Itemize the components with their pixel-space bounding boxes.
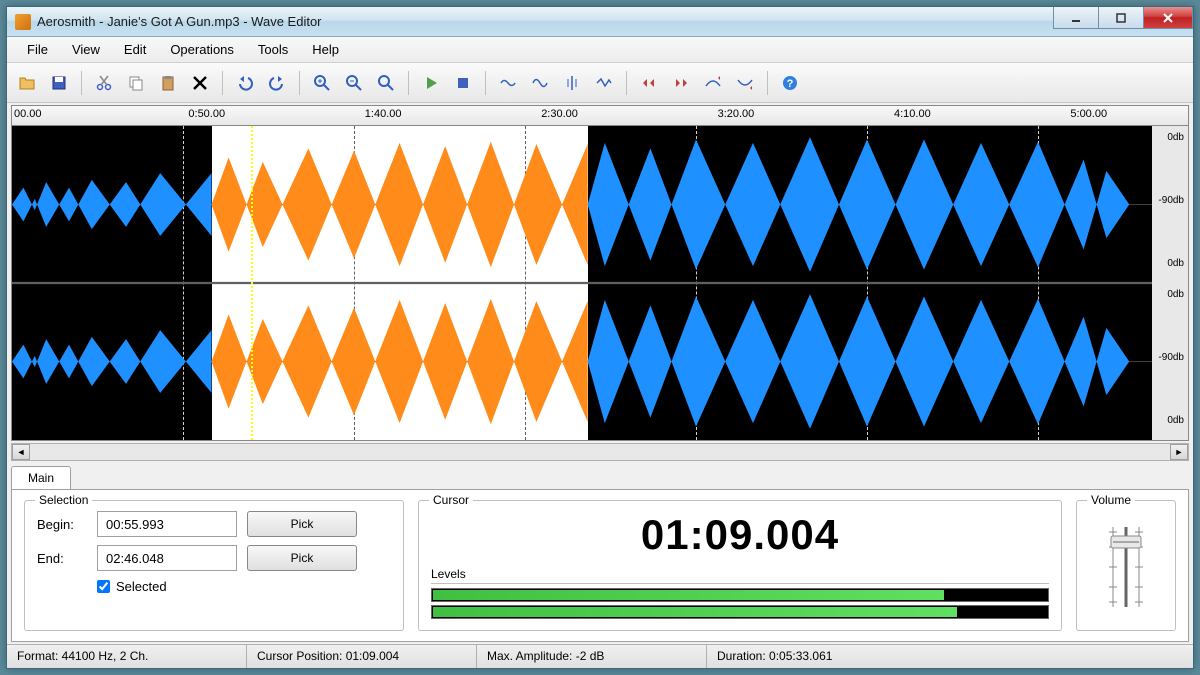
play-button[interactable] [417,69,445,97]
help-button[interactable]: ? [776,69,804,97]
cursor-time-display: 01:09.004 [431,511,1049,559]
menu-help[interactable]: Help [300,38,351,61]
undo-button[interactable] [231,69,259,97]
waveform-display[interactable] [12,126,1152,440]
copy-button[interactable] [122,69,150,97]
effect-5-button[interactable] [635,69,663,97]
selected-checkbox[interactable] [97,580,110,593]
maximize-button[interactable] [1098,7,1144,29]
begin-label: Begin: [37,517,87,532]
toolbar-separator [299,71,300,95]
effect-1-button[interactable] [494,69,522,97]
menu-view[interactable]: View [60,38,112,61]
playback-cursor[interactable] [251,126,253,440]
db-scale: 0db -90db 0db 0db -90db 0db [1152,126,1188,440]
menu-operations[interactable]: Operations [158,38,246,61]
selected-label: Selected [116,579,167,594]
menu-file[interactable]: File [15,38,60,61]
time-tick: 00.00 [14,108,42,120]
app-icon [15,14,31,30]
minimize-button[interactable] [1053,7,1099,29]
stop-button[interactable] [449,69,477,97]
begin-input[interactable] [97,511,237,537]
toolbar-separator [767,71,768,95]
open-button[interactable] [13,69,41,97]
cursor-group: Cursor 01:09.004 Levels [418,500,1062,631]
statusbar: Format: 44100 Hz, 2 Ch. Cursor Position:… [7,644,1193,668]
effect-3-button[interactable] [558,69,586,97]
level-meter-right [431,605,1049,619]
status-amplitude: Max. Amplitude: -2 dB [477,645,707,668]
effect-2-button[interactable] [526,69,554,97]
status-format: Format: 44100 Hz, 2 Ch. [7,645,247,668]
window-controls [1054,7,1193,36]
effect-6-button[interactable] [667,69,695,97]
toolbar-separator [408,71,409,95]
menubar: File View Edit Operations Tools Help [7,37,1193,63]
pick-end-button[interactable]: Pick [247,545,357,571]
svg-text:?: ? [787,78,794,90]
toolbar-separator [626,71,627,95]
redo-button[interactable] [263,69,291,97]
titlebar[interactable]: Aerosmith - Janie's Got A Gun.mp3 - Wave… [7,7,1193,37]
volume-legend: Volume [1087,493,1135,507]
end-label: End: [37,551,87,566]
zoom-in-button[interactable] [308,69,336,97]
waveform-editor[interactable]: 00.00 0:50.00 1:40.00 2:30.00 3:20.00 4:… [11,105,1189,441]
time-tick: 3:20.00 [718,108,755,120]
time-tick: 1:40.00 [365,108,402,120]
effect-4-button[interactable] [590,69,618,97]
save-button[interactable] [45,69,73,97]
waveform-svg [12,126,1152,440]
status-cursor: Cursor Position: 01:09.004 [247,645,477,668]
volume-slider[interactable] [1089,511,1163,622]
level-meter-left [431,588,1049,602]
horizontal-scrollbar[interactable]: ◄ ► [11,443,1189,461]
levels-label: Levels [431,567,1049,584]
close-button[interactable] [1143,7,1193,29]
pick-begin-button[interactable]: Pick [247,511,357,537]
effect-8-button[interactable] [731,69,759,97]
effect-7-button[interactable] [699,69,727,97]
toolbar-separator [485,71,486,95]
time-tick: 2:30.00 [541,108,578,120]
scroll-left-button[interactable]: ◄ [12,444,30,460]
time-tick: 4:10.00 [894,108,931,120]
selection-group: Selection Begin: Pick End: Pick Selected [24,500,404,631]
toolbar-separator [222,71,223,95]
zoom-fit-button[interactable] [372,69,400,97]
cut-button[interactable] [90,69,118,97]
end-input[interactable] [97,545,237,571]
cursor-legend: Cursor [429,493,473,507]
tab-bar: Main [11,463,1189,489]
paste-button[interactable] [154,69,182,97]
time-tick: 0:50.00 [188,108,225,120]
app-window: Aerosmith - Janie's Got A Gun.mp3 - Wave… [6,6,1194,669]
status-duration: Duration: 0:05:33.061 [707,645,1193,668]
scroll-track[interactable] [30,444,1170,460]
toolbar: ? [7,63,1193,103]
zoom-out-button[interactable] [340,69,368,97]
menu-edit[interactable]: Edit [112,38,158,61]
toolbar-separator [81,71,82,95]
main-panel: Selection Begin: Pick End: Pick Selected… [11,489,1189,642]
delete-button[interactable] [186,69,214,97]
tab-main[interactable]: Main [11,466,71,489]
selection-legend: Selection [35,493,92,507]
window-title: Aerosmith - Janie's Got A Gun.mp3 - Wave… [37,14,1054,29]
volume-group: Volume [1076,500,1176,631]
scroll-right-button[interactable]: ► [1170,444,1188,460]
time-tick: 5:00.00 [1070,108,1107,120]
time-ruler[interactable]: 00.00 0:50.00 1:40.00 2:30.00 3:20.00 4:… [12,106,1188,126]
menu-tools[interactable]: Tools [246,38,300,61]
